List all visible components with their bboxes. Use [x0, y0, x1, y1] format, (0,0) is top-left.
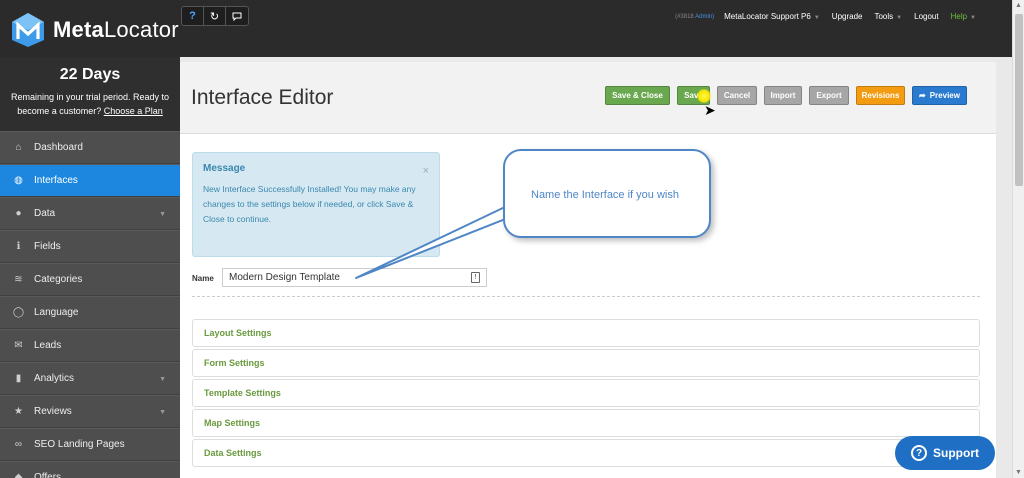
callout-pointer — [355, 195, 529, 279]
question-icon: ? — [911, 445, 927, 461]
callout-bubble: Name the Interface if you wish — [503, 149, 711, 238]
support-button[interactable]: ? Support — [895, 436, 995, 470]
callout-text: Name the Interface if you wish — [531, 189, 679, 201]
